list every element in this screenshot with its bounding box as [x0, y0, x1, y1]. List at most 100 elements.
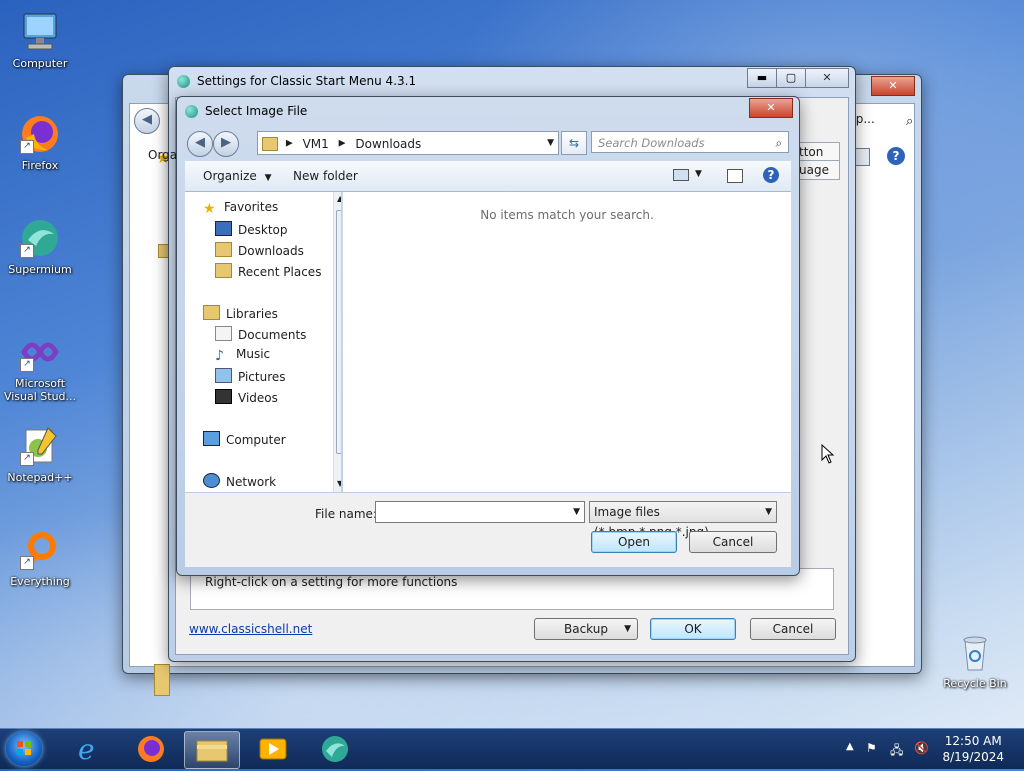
- back-arrow-icon[interactable]: ◀: [187, 131, 213, 157]
- desktop-icon-notepadpp[interactable]: ↗ Notepad++: [0, 424, 80, 484]
- desktop-icon-computer[interactable]: Computer: [0, 10, 80, 70]
- nav-music[interactable]: ♪ Music: [215, 347, 270, 364]
- desktop-icon-supermium[interactable]: ↗ Supermium: [0, 216, 80, 276]
- notepadpp-icon: ↗: [18, 424, 62, 468]
- dialog-title: Select Image File: [205, 104, 308, 118]
- backup-button[interactable]: Backup ▼: [534, 618, 638, 640]
- mouse-cursor-icon: [821, 444, 835, 464]
- firefox-icon: [138, 736, 164, 762]
- backup-button-label: Backup: [564, 622, 608, 636]
- desktop-icon-firefox[interactable]: ↗ Firefox: [0, 112, 80, 172]
- nav-recent-places[interactable]: Recent Places: [215, 263, 321, 279]
- taskbar-clock[interactable]: 12:50 AM 8/19/2024: [942, 733, 1004, 765]
- dropdown-arrow-icon[interactable]: ▼: [765, 502, 772, 522]
- recycle-bin-icon: [953, 630, 997, 674]
- desktop-icon-everything[interactable]: ↗ Everything: [0, 528, 80, 588]
- clock-date: 8/19/2024: [942, 750, 1004, 764]
- help-icon[interactable]: ?: [887, 147, 905, 165]
- breadcrumb-separator-icon: ▶: [338, 138, 346, 149]
- desktop-icon: [215, 221, 232, 236]
- desktop-icon-visual-studio[interactable]: ↗ Microsoft Visual Stud...: [0, 330, 80, 403]
- dialog-cancel-button[interactable]: Cancel: [689, 531, 777, 553]
- dialog-titlebar[interactable]: Select Image File ✕: [177, 97, 799, 125]
- nav-computer[interactable]: Computer: [203, 431, 286, 447]
- file-list[interactable]: No items match your search.: [343, 192, 835, 492]
- volume-muted-icon[interactable]: 🔇: [914, 741, 929, 755]
- forward-arrow-icon[interactable]: ▶: [213, 131, 239, 157]
- taskbar-internet-explorer[interactable]: e: [62, 731, 116, 767]
- classicshell-website-link[interactable]: www.classicshell.net: [189, 622, 312, 636]
- show-hidden-icons-icon[interactable]: ▲: [846, 741, 854, 752]
- nav-pictures[interactable]: Pictures: [215, 368, 286, 384]
- minimize-button[interactable]: ▬: [747, 68, 777, 88]
- desktop-icon-label: Recycle Bin: [943, 677, 1007, 690]
- file-name-input[interactable]: ▼: [375, 501, 585, 523]
- view-icon[interactable]: [673, 169, 689, 181]
- ok-button[interactable]: OK: [650, 618, 736, 640]
- nav-libraries[interactable]: Libraries: [203, 305, 278, 321]
- address-dropdown-icon[interactable]: ▼: [547, 132, 554, 154]
- start-button[interactable]: [6, 732, 42, 766]
- dropdown-arrow-icon: ▼: [264, 173, 272, 183]
- nav-label: Computer: [226, 433, 286, 447]
- nav-label: Recent Places: [238, 265, 322, 279]
- tab-language[interactable]: uage: [794, 160, 840, 180]
- firefox-icon: ↗: [18, 112, 62, 156]
- scrollbar-thumb[interactable]: [336, 210, 341, 454]
- scroll-down-icon[interactable]: ▼: [337, 479, 341, 488]
- settings-titlebar[interactable]: Settings for Classic Start Menu 4.3.1 ▬ …: [169, 67, 855, 95]
- network-tray-icon[interactable]: 🖧: [890, 741, 903, 762]
- desktop-icon-label: Computer: [12, 57, 68, 70]
- dialog-close-button[interactable]: ✕: [749, 98, 793, 118]
- organize-button[interactable]: Organize ▼: [203, 169, 272, 183]
- classic-shell-icon: [185, 105, 198, 118]
- help-icon[interactable]: ?: [763, 167, 779, 183]
- nav-network[interactable]: Network: [203, 473, 276, 489]
- new-folder-button[interactable]: New folder: [293, 169, 358, 183]
- nav-videos[interactable]: Videos: [215, 389, 278, 405]
- breadcrumb-vm1[interactable]: VM1: [303, 137, 329, 151]
- nav-documents[interactable]: Documents: [215, 326, 306, 342]
- nav-favorites[interactable]: ★ Favorites: [203, 200, 278, 217]
- settings-close-button[interactable]: ✕: [805, 68, 849, 88]
- dropdown-arrow-icon[interactable]: ▼: [573, 502, 580, 522]
- background-window-close-button[interactable]: ✕: [871, 76, 915, 96]
- classic-shell-icon: [177, 75, 190, 88]
- maximize-button[interactable]: ▢: [776, 68, 806, 88]
- select-image-file-dialog[interactable]: Select Image File ✕ ◀ ▶ ▶ VM1 ▶ Download…: [176, 96, 835, 576]
- taskbar-firefox[interactable]: [124, 731, 178, 767]
- search-input[interactable]: Search Downloads ⌕: [591, 131, 789, 153]
- navigation-scrollbar[interactable]: ▲ ▼: [333, 192, 341, 492]
- settings-cancel-button[interactable]: Cancel: [750, 618, 836, 640]
- shortcut-arrow-icon: ↗: [20, 244, 34, 258]
- taskbar-media-player[interactable]: [246, 731, 300, 767]
- taskbar-explorer[interactable]: [184, 731, 240, 769]
- scroll-up-icon[interactable]: ▲: [337, 194, 341, 203]
- open-button[interactable]: Open: [591, 531, 677, 553]
- nav-label: Libraries: [226, 307, 278, 321]
- desktop-icon-recycle-bin[interactable]: Recycle Bin: [935, 630, 1015, 690]
- nav-desktop[interactable]: Desktop: [215, 221, 288, 237]
- breadcrumb-downloads[interactable]: Downloads: [355, 137, 421, 151]
- background-window-caption-buttons: ✕: [871, 76, 915, 96]
- refresh-icon[interactable]: ⇆: [561, 131, 587, 155]
- recent-places-icon: [215, 263, 232, 278]
- address-bar[interactable]: ▶ VM1 ▶ Downloads ▼: [257, 131, 559, 155]
- taskbar-supermium[interactable]: [308, 731, 362, 767]
- search-icon[interactable]: ⌕: [776, 132, 782, 154]
- nav-label: Pictures: [238, 370, 286, 384]
- address-row: ◀ ▶ ▶ VM1 ▶ Downloads ▼ ⇆ Search Downloa…: [185, 127, 791, 157]
- preview-pane-icon[interactable]: [727, 169, 743, 183]
- nav-downloads[interactable]: Downloads: [215, 242, 304, 258]
- back-arrow-icon[interactable]: ◀: [134, 108, 160, 134]
- search-icon[interactable]: ⌕: [906, 114, 924, 132]
- documents-icon: [215, 326, 232, 341]
- organize-label: Organize: [203, 169, 257, 183]
- file-type-select[interactable]: Image files (*.bmp,*.png,*.jpg) ▼: [589, 501, 777, 539]
- view-dropdown-icon[interactable]: ▼: [695, 169, 702, 179]
- action-center-flag-icon[interactable]: ⚑: [866, 741, 877, 755]
- search-placeholder: Search Downloads: [598, 136, 705, 150]
- tab-start-button[interactable]: tton: [794, 142, 840, 162]
- dialog-toolbar: Organize ▼ New folder ▼ ?: [185, 161, 791, 192]
- desktop-icon-label: Supermium: [8, 263, 72, 276]
